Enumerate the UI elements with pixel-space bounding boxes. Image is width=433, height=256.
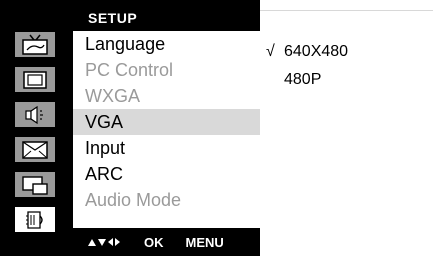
tv-icon[interactable] bbox=[15, 32, 55, 57]
picture-icon[interactable] bbox=[15, 67, 55, 92]
menu-item-audio-mode[interactable]: Audio Mode bbox=[73, 187, 260, 213]
vga-options-list: √ 640X480 480P bbox=[266, 38, 426, 94]
check-mark: √ bbox=[266, 43, 275, 60]
menu-item-arc[interactable]: ARC bbox=[73, 161, 260, 187]
option-480p[interactable]: 480P bbox=[266, 66, 426, 94]
sound-icon[interactable] bbox=[15, 102, 55, 127]
osd-menu: SETUP Language PC Control WXGA VGA Input… bbox=[0, 0, 433, 256]
option-label: 640X480 bbox=[284, 43, 349, 60]
menu-item-language[interactable]: Language bbox=[73, 31, 260, 57]
screen-icon[interactable] bbox=[15, 137, 55, 162]
pip-icon[interactable] bbox=[15, 172, 55, 197]
divider-line bbox=[260, 10, 433, 11]
menu-label: MENU bbox=[185, 234, 224, 250]
menu-item-input[interactable]: Input bbox=[73, 135, 260, 161]
option-640x480[interactable]: √ 640X480 bbox=[266, 38, 426, 66]
option-label: 480P bbox=[284, 71, 322, 88]
footer-controls: OK MENU bbox=[88, 232, 224, 252]
menu-item-vga[interactable]: VGA bbox=[73, 109, 260, 135]
menu-title: SETUP bbox=[88, 10, 138, 26]
navigation-arrows-icon bbox=[88, 236, 122, 248]
menu-item-pc-control[interactable]: PC Control bbox=[73, 57, 260, 83]
menu-item-wxga[interactable]: WXGA bbox=[73, 83, 260, 109]
setup-menu-list: Language PC Control WXGA VGA Input ARC A… bbox=[73, 31, 260, 228]
ok-label: OK bbox=[144, 234, 164, 250]
setup-icon[interactable] bbox=[15, 207, 55, 232]
